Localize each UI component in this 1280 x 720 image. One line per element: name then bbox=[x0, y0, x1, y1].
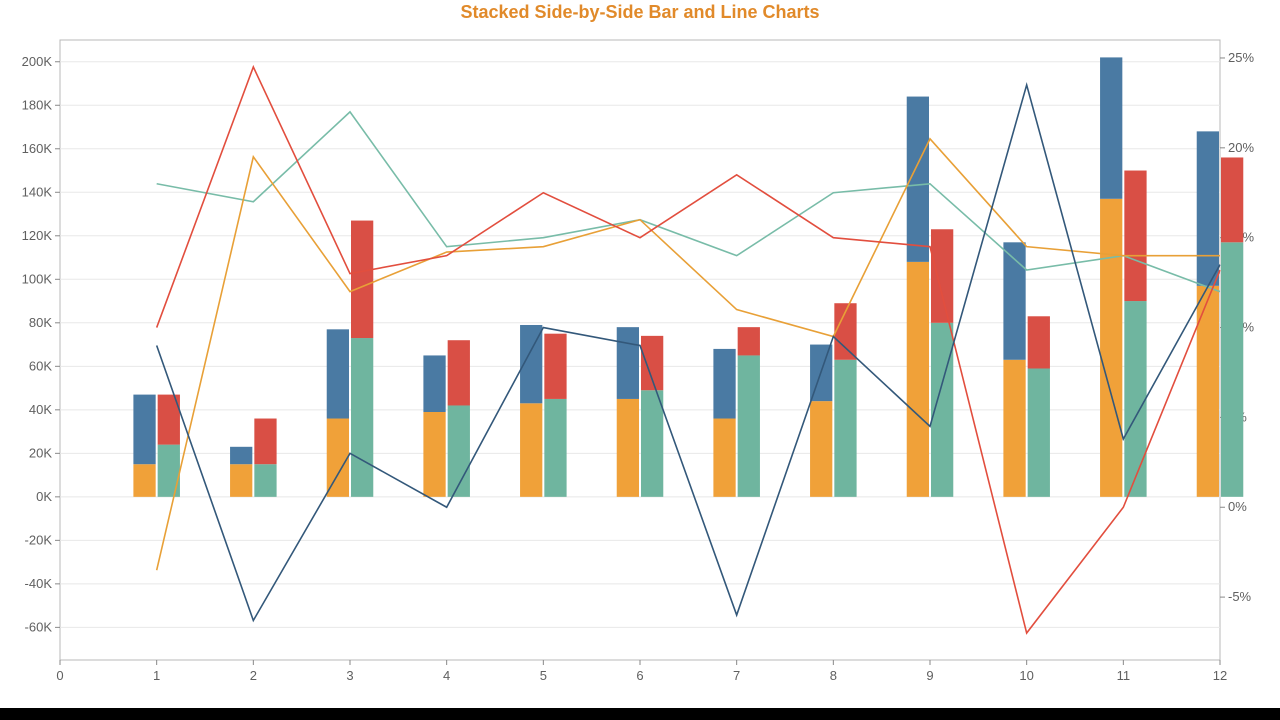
svg-text:40K: 40K bbox=[29, 402, 52, 417]
svg-text:7: 7 bbox=[733, 668, 740, 683]
line-red bbox=[157, 67, 1220, 633]
bar-a-navy bbox=[617, 327, 639, 399]
svg-text:20K: 20K bbox=[29, 445, 52, 460]
bar-a-orange bbox=[423, 412, 445, 497]
bar-b-red bbox=[254, 419, 276, 465]
chart-title: Stacked Side-by-Side Bar and Line Charts bbox=[0, 2, 1280, 23]
svg-text:3: 3 bbox=[346, 668, 353, 683]
bar-b-teal bbox=[1124, 301, 1146, 497]
svg-text:140K: 140K bbox=[22, 184, 53, 199]
svg-text:0K: 0K bbox=[36, 489, 52, 504]
bar-a-navy bbox=[423, 355, 445, 412]
bar-a-navy bbox=[133, 395, 155, 465]
bar-b-red bbox=[1124, 171, 1146, 302]
svg-text:120K: 120K bbox=[22, 228, 53, 243]
svg-text:25%: 25% bbox=[1228, 50, 1254, 65]
svg-text:80K: 80K bbox=[29, 315, 52, 330]
bar-a-orange bbox=[230, 464, 252, 497]
svg-text:5: 5 bbox=[540, 668, 547, 683]
bar-b-red bbox=[351, 221, 373, 338]
svg-text:100K: 100K bbox=[22, 271, 53, 286]
bar-b-teal bbox=[351, 338, 373, 497]
svg-text:-20K: -20K bbox=[25, 532, 53, 547]
bar-b-red bbox=[1221, 157, 1243, 242]
bar-a-orange bbox=[327, 419, 349, 497]
line-orange bbox=[157, 139, 1220, 570]
bar-a-orange bbox=[810, 401, 832, 497]
bar-b-red bbox=[1028, 316, 1050, 368]
bar-a-navy bbox=[230, 447, 252, 464]
bar-a-orange bbox=[1100, 199, 1122, 497]
bar-b-teal bbox=[738, 355, 760, 496]
bar-a-orange bbox=[617, 399, 639, 497]
svg-text:8: 8 bbox=[830, 668, 837, 683]
svg-text:2: 2 bbox=[250, 668, 257, 683]
bar-a-navy bbox=[713, 349, 735, 419]
svg-text:10: 10 bbox=[1019, 668, 1033, 683]
bar-a-orange bbox=[713, 419, 735, 497]
bar-a-orange bbox=[907, 262, 929, 497]
bar-b-teal bbox=[544, 399, 566, 497]
bar-a-orange bbox=[520, 403, 542, 497]
svg-text:9: 9 bbox=[926, 668, 933, 683]
bar-b-red bbox=[641, 336, 663, 390]
svg-text:160K: 160K bbox=[22, 141, 53, 156]
bar-a-orange bbox=[1003, 360, 1025, 497]
svg-text:180K: 180K bbox=[22, 97, 53, 112]
chart-container: -60K-40K-20K0K20K40K60K80K100K120K140K16… bbox=[10, 30, 1270, 690]
svg-text:-40K: -40K bbox=[25, 576, 53, 591]
svg-text:200K: 200K bbox=[22, 54, 53, 69]
svg-text:11: 11 bbox=[1117, 668, 1131, 683]
bottom-black-band bbox=[0, 708, 1280, 720]
bar-b-teal bbox=[641, 390, 663, 497]
bar-a-navy bbox=[1100, 57, 1122, 198]
bar-b-red bbox=[931, 229, 953, 323]
svg-text:-5%: -5% bbox=[1228, 589, 1252, 604]
svg-text:1: 1 bbox=[153, 668, 160, 683]
bar-a-orange bbox=[133, 464, 155, 497]
svg-text:20%: 20% bbox=[1228, 140, 1254, 155]
bar-b-teal bbox=[254, 464, 276, 497]
bar-a-navy bbox=[327, 329, 349, 418]
bar-a-navy bbox=[1197, 131, 1219, 285]
svg-text:-60K: -60K bbox=[25, 619, 53, 634]
svg-text:12: 12 bbox=[1213, 668, 1227, 683]
bar-b-teal bbox=[158, 445, 180, 497]
svg-text:6: 6 bbox=[636, 668, 643, 683]
bar-b-teal bbox=[834, 360, 856, 497]
bar-b-teal bbox=[1221, 242, 1243, 497]
bar-b-red bbox=[544, 334, 566, 399]
chart-svg: -60K-40K-20K0K20K40K60K80K100K120K140K16… bbox=[10, 30, 1270, 690]
svg-text:60K: 60K bbox=[29, 358, 52, 373]
svg-text:4: 4 bbox=[443, 668, 450, 683]
bar-b-red bbox=[448, 340, 470, 405]
svg-text:0: 0 bbox=[56, 668, 63, 683]
bar-b-red bbox=[738, 327, 760, 355]
svg-text:0%: 0% bbox=[1228, 499, 1247, 514]
bar-b-teal bbox=[1028, 368, 1050, 496]
